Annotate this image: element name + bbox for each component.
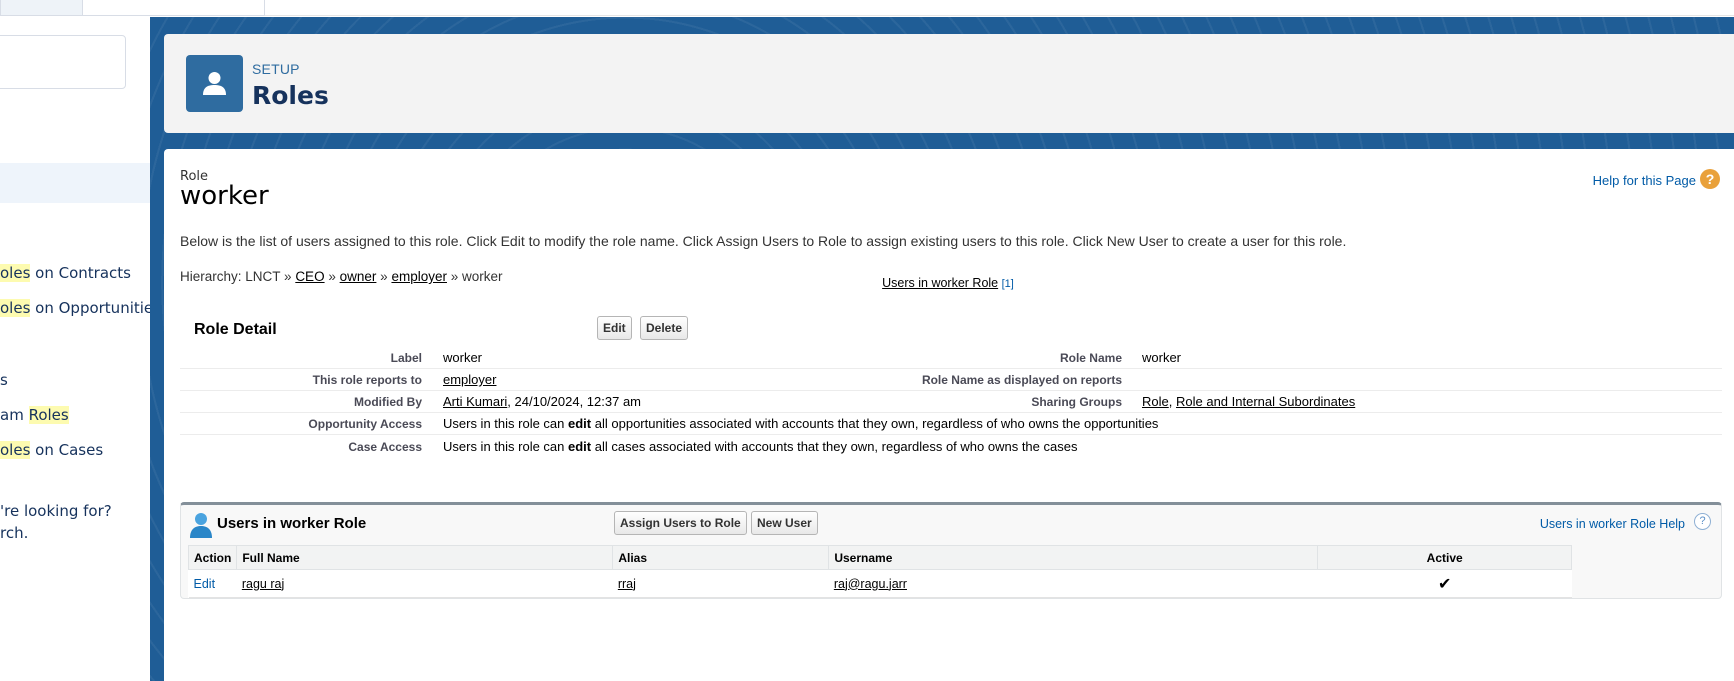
user-username-link[interactable]: raj@ragu.jarr	[834, 577, 907, 591]
browser-tab-bar	[0, 0, 1734, 16]
quick-find-input[interactable]	[0, 35, 126, 89]
edit-button[interactable]: Edit	[597, 316, 632, 340]
role-detail-page: Role worker Help for this Page ? Below i…	[164, 149, 1734, 681]
hierarchy-link-owner[interactable]: owner	[340, 269, 377, 284]
related-list-title: Users in worker Role	[217, 515, 367, 532]
sidebar-item-team-roles[interactable]: am Roles	[0, 406, 69, 424]
role-detail-title: Role Detail	[194, 321, 277, 338]
help-for-page-link[interactable]: Help for this Page	[1593, 173, 1696, 188]
related-help-icon[interactable]: ?	[1694, 513, 1711, 530]
sharing-group-role-link[interactable]: Role	[1142, 394, 1169, 409]
sidebar-help-link[interactable]: rch.	[0, 524, 28, 542]
detail-row-modified-by: Modified By Arti Kumari, 24/10/2024, 12:…	[180, 391, 1722, 413]
reports-to-field-label: This role reports to	[312, 373, 422, 387]
users-in-role-count: [1]	[1001, 278, 1014, 290]
user-alias-link[interactable]: rraj	[618, 577, 636, 591]
users-table: Action Full Name Alias Username Active E…	[187, 545, 1572, 598]
reports-to-link[interactable]: employer	[443, 372, 496, 387]
label-field-label: Label	[390, 351, 422, 365]
hierarchy-link-ceo[interactable]: CEO	[295, 269, 324, 284]
related-list-help-link[interactable]: Users in worker Role Help	[1540, 517, 1685, 531]
modified-date: , 24/10/2024, 12:37 am	[507, 394, 642, 409]
case-access-field-label: Case Access	[348, 440, 422, 454]
role-name-field-value: worker	[1142, 350, 1182, 365]
sidebar-help-text: 're looking for?	[0, 502, 112, 520]
user-full-name-link[interactable]: ragu raj	[242, 577, 284, 591]
related-list-jump: Users in worker Role [1]	[798, 276, 1098, 290]
opportunity-access-field-label: Opportunity Access	[308, 417, 422, 431]
page-title: Roles	[252, 81, 329, 110]
table-row: Edit ragu raj rraj raj@ragu.jarr ✔	[188, 569, 1572, 598]
column-header-action: Action	[187, 545, 238, 570]
display-name-field-label: Role Name as displayed on reports	[921, 373, 1122, 387]
active-check-icon: ✔	[1317, 569, 1572, 598]
detail-row-label: Label worker Role Name worker	[180, 347, 1722, 369]
tab-object-manager[interactable]	[83, 0, 265, 16]
modified-by-field-label: Modified By	[354, 395, 422, 409]
column-header-username[interactable]: Username	[828, 545, 1319, 570]
user-icon	[186, 55, 243, 112]
column-header-full-name[interactable]: Full Name	[236, 545, 614, 570]
user-person-icon	[190, 513, 212, 538]
modified-by-user-link[interactable]: Arti Kumari	[443, 394, 507, 409]
case-access-value: Users in this role can edit all cases as…	[443, 439, 1078, 454]
role-name-field-label: Role Name	[1059, 351, 1122, 365]
help-icon[interactable]: ?	[1700, 169, 1720, 189]
users-in-role-jump-link[interactable]: Users in worker Role	[882, 276, 998, 290]
column-header-alias[interactable]: Alias	[612, 545, 830, 570]
edit-user-link[interactable]: Edit	[194, 577, 216, 591]
tab-home[interactable]	[0, 0, 83, 16]
role-intro-text: Below is the list of users assigned to t…	[180, 233, 1347, 249]
delete-button[interactable]: Delete	[640, 316, 689, 340]
setup-sidebar: oles on Contracts oles on Opportunities …	[0, 17, 150, 681]
role-name-heading: worker	[180, 181, 269, 211]
page-header: SETUP Roles	[164, 34, 1734, 133]
label-field-value: worker	[443, 350, 483, 365]
sidebar-item-roles-on-cases[interactable]: oles on Cases	[0, 441, 103, 459]
breadcrumb-setup[interactable]: SETUP	[252, 61, 300, 77]
hierarchy-link-employer[interactable]: employer	[391, 269, 447, 284]
sharing-groups-field-label: Sharing Groups	[1031, 395, 1122, 409]
detail-row-reports-to: This role reports to employer Role Name …	[180, 369, 1722, 391]
sidebar-item-roles[interactable]: s	[0, 371, 8, 389]
detail-row-case-access: Case Access Users in this role can edit …	[180, 436, 1722, 458]
sidebar-item-roles-on-contracts[interactable]: oles on Contracts	[0, 264, 131, 282]
sidebar-item-roles-on-opportunities[interactable]: oles on Opportunities	[0, 299, 150, 317]
sharing-group-subordinates-link[interactable]: Role and Internal Subordinates	[1176, 394, 1355, 409]
column-header-active[interactable]: Active	[1317, 545, 1572, 570]
detail-row-opportunity-access: Opportunity Access Users in this role ca…	[180, 413, 1722, 435]
sidebar-selected-item[interactable]	[0, 163, 150, 203]
opportunity-access-value: Users in this role can edit all opportun…	[443, 416, 1159, 431]
role-hierarchy: Hierarchy: LNCT » CEO » owner » employer…	[180, 269, 503, 284]
users-in-role-related-list: Users in worker Role Assign Users to Rol…	[180, 502, 1722, 599]
assign-users-button[interactable]: Assign Users to Role	[614, 511, 747, 535]
new-user-button[interactable]: New User	[751, 511, 818, 535]
